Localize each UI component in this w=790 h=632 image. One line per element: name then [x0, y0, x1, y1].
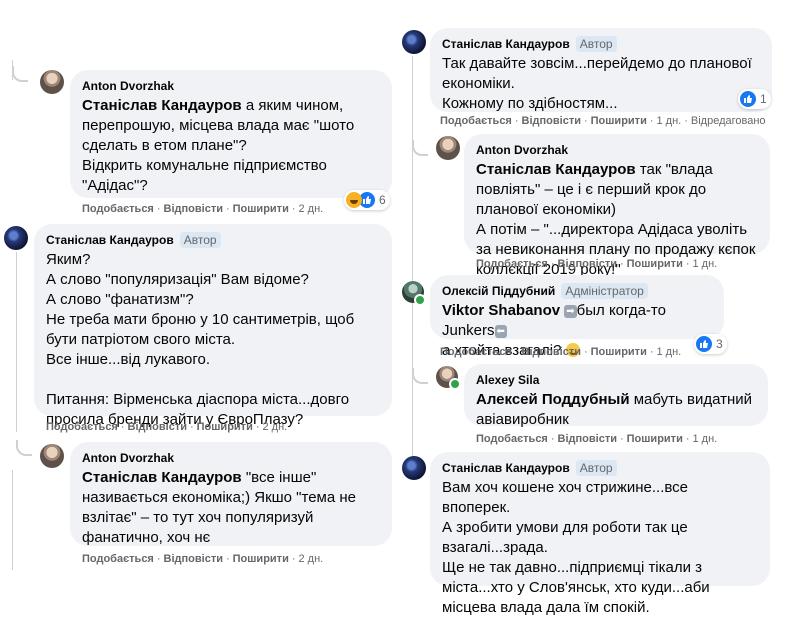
comment-author[interactable]: Станіслав Кандауров Автор	[442, 460, 758, 476]
avatar[interactable]	[436, 136, 460, 160]
comment-text: Алексей Поддубный мабуть видатний авіави…	[476, 391, 753, 428]
share-link[interactable]: Поширити	[233, 553, 289, 565]
left-arrow-icon: ⬅	[494, 325, 507, 338]
reply-link[interactable]: Відповісти	[128, 421, 187, 433]
mention-link[interactable]: Станіслав Кандауров	[82, 469, 242, 486]
mention-link[interactable]: Станіслав Кандауров	[82, 97, 242, 114]
timestamp[interactable]: 2 дн.	[299, 203, 324, 215]
reply-link[interactable]: Відповісти	[164, 203, 223, 215]
author-badge: Автор	[179, 232, 221, 248]
mention-link[interactable]: Viktor Shabanov	[442, 302, 560, 319]
thread-connector	[412, 140, 428, 156]
mention-link[interactable]: Станіслав Кандауров	[476, 161, 636, 178]
avatar[interactable]	[402, 30, 426, 54]
comment-bubble: Anton Dvorzhak Станіслав Кандауров а яки…	[70, 70, 392, 198]
comment-text: Яким? А слово "популяризація" Вам відоме…	[46, 251, 355, 428]
comment-author[interactable]: Anton Dvorzhak	[82, 78, 380, 94]
timestamp[interactable]: 1 дн.	[693, 258, 718, 270]
like-link[interactable]: Подобається	[440, 115, 512, 127]
comment-bubble: Станіслав Кандауров Автор Вам хоч кошене …	[430, 452, 770, 616]
reply-link[interactable]: Відповісти	[522, 115, 581, 127]
right-arrow-icon: ➡	[564, 305, 577, 318]
comment-author[interactable]: Станіслав Кандауров Автор	[46, 232, 380, 248]
share-link[interactable]: Поширити	[591, 346, 647, 358]
comment-author[interactable]: Anton Dvorzhak	[82, 450, 380, 466]
share-link[interactable]: Поширити	[233, 203, 289, 215]
comment-bubble: Станіслав Кандауров Автор Так давайте зов…	[430, 28, 772, 112]
avatar[interactable]	[4, 226, 28, 250]
comment-actions: Подобається · Відповісти · Поширити · 1 дн.	[476, 258, 718, 270]
comment-text: Так давайте зовсім...перейдемо до планов…	[442, 55, 752, 112]
comment-actions: Подобається · Відповісти · Поширити · 2 дн.	[82, 203, 324, 215]
like-link[interactable]: Подобається	[82, 203, 154, 215]
reactions-summary[interactable]: 3	[694, 334, 727, 354]
thread-line	[12, 470, 13, 570]
reaction-count: 6	[379, 193, 386, 207]
comment-bubble: Alexey Sila Алексей Поддубный мабуть вид…	[464, 364, 768, 428]
admin-badge: Адміністратор	[561, 283, 648, 299]
comment-text: Станіслав Кандауров "все інше" називаєть…	[82, 469, 356, 546]
mention-link[interactable]: Алексей Поддубный	[476, 391, 630, 408]
comment-actions: Подобається · Відповісти · Поширити · 2 дн.	[82, 553, 324, 565]
timestamp[interactable]: 2 дн.	[299, 553, 324, 565]
comment-bubble: Олексій Піддубний Адміністратор Viktor Sh…	[430, 275, 724, 359]
timestamp[interactable]: 1 дн.	[657, 115, 682, 127]
like-icon	[740, 91, 756, 107]
reaction-count: 3	[716, 337, 723, 351]
like-icon	[696, 336, 712, 352]
thread-connector	[16, 440, 32, 456]
like-link[interactable]: Подобається	[46, 421, 118, 433]
thread-line	[16, 252, 17, 432]
comment-bubble: Anton Dvorzhak Станіслав Кандауров "все …	[70, 442, 392, 546]
online-status-dot	[414, 294, 426, 306]
haha-icon	[346, 192, 362, 208]
comment-actions: Подобається · Відповісти · Поширити · 1 дн.	[440, 346, 682, 358]
thread-line	[412, 56, 413, 466]
comment-bubble: Станіслав Кандауров Автор Яким? А слово "…	[34, 224, 392, 428]
share-link[interactable]: Поширити	[197, 421, 253, 433]
avatar[interactable]	[40, 444, 64, 468]
share-link[interactable]: Поширити	[627, 258, 683, 270]
thread-connector	[12, 66, 28, 82]
comment-bubble: Anton Dvorzhak Станіслав Кандауров так "…	[464, 134, 770, 278]
comment-text: Вам хоч кошене хоч стрижине...все впопер…	[442, 479, 710, 616]
avatar[interactable]	[402, 456, 426, 480]
reply-link[interactable]: Відповісти	[164, 553, 223, 565]
timestamp[interactable]: 1 дн.	[693, 433, 718, 445]
reactions-summary[interactable]: 1	[738, 89, 771, 109]
thread-connector	[412, 368, 428, 384]
like-link[interactable]: Подобається	[82, 553, 154, 565]
author-badge: Автор	[575, 460, 617, 476]
comment-author[interactable]: Станіслав Кандауров Автор	[442, 36, 760, 52]
author-badge: Автор	[575, 36, 617, 52]
comment-author[interactable]: Олексій Піддубний Адміністратор	[442, 283, 712, 299]
like-link[interactable]: Подобається	[476, 433, 548, 445]
timestamp[interactable]: 2 дн.	[263, 421, 288, 433]
comment-actions: Подобається · Відповісти · Поширити · 1 дн.	[476, 433, 718, 445]
comment-author[interactable]: Alexey Sila	[476, 372, 756, 388]
reply-link[interactable]: Відповісти	[522, 346, 581, 358]
share-link[interactable]: Поширити	[627, 433, 683, 445]
reactions-summary[interactable]: 6	[344, 190, 390, 210]
share-link[interactable]: Поширити	[591, 115, 647, 127]
reply-link[interactable]: Відповісти	[558, 258, 617, 270]
comment-actions: Подобається · Відповісти · Поширити · 2 дн.	[46, 421, 288, 433]
timestamp[interactable]: 1 дн.	[657, 346, 682, 358]
edited-label[interactable]: Відредаговано	[691, 115, 766, 127]
online-status-dot	[449, 378, 461, 390]
avatar[interactable]	[40, 70, 64, 94]
like-link[interactable]: Подобається	[440, 346, 512, 358]
like-link[interactable]: Подобається	[476, 258, 548, 270]
comment-text: Станіслав Кандауров а яким чином, перепр…	[82, 97, 355, 194]
reply-link[interactable]: Відповісти	[558, 433, 617, 445]
reaction-count: 1	[760, 92, 767, 106]
comment-actions: Подобається · Відповісти · Поширити · 1 дн. · Ві…	[440, 115, 766, 127]
comment-author[interactable]: Anton Dvorzhak	[476, 142, 758, 158]
